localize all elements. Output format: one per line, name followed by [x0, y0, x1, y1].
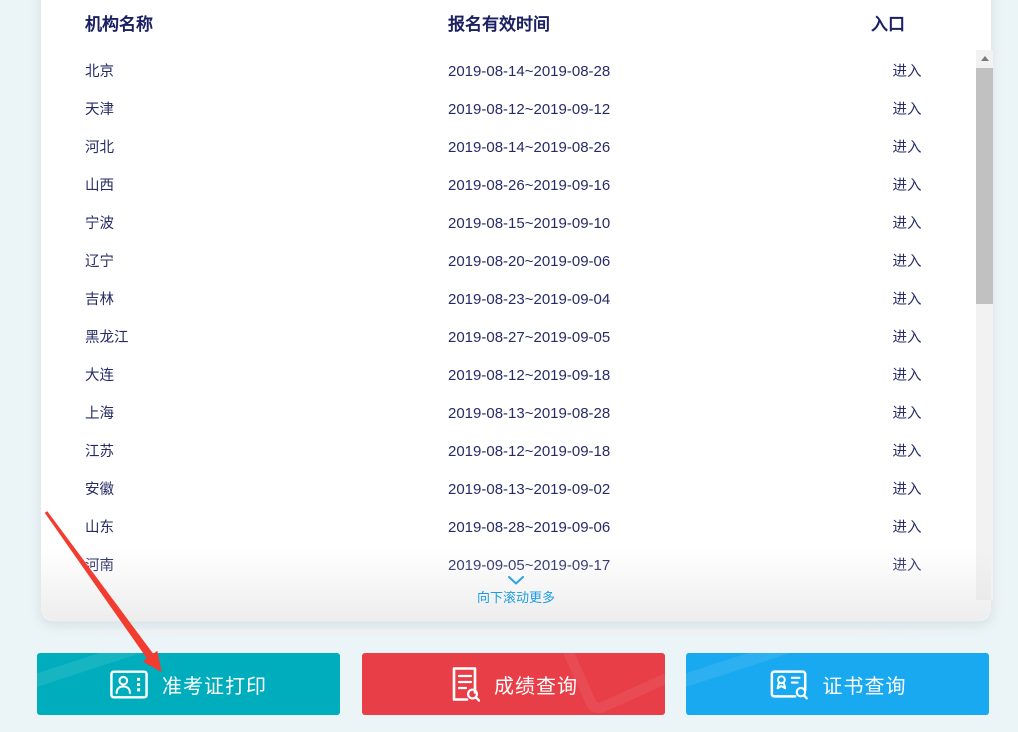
table-body: 北京 2019-08-14~2019-08-28 进入 天津 2019-08-1… — [41, 53, 991, 585]
institution-name: 辽宁 — [85, 243, 114, 281]
institution-name: 黑龙江 — [85, 319, 129, 357]
chevron-down-icon — [508, 576, 524, 585]
score-search-icon — [449, 666, 480, 702]
entry-link[interactable]: 进入 — [893, 216, 922, 232]
institution-name: 北京 — [85, 53, 114, 91]
entry-link[interactable]: 进入 — [893, 444, 922, 460]
institution-name: 河北 — [85, 129, 114, 167]
entry-link[interactable]: 进入 — [893, 558, 922, 574]
scrollbar-up-arrow-icon[interactable] — [976, 50, 993, 67]
entry-link[interactable]: 进入 — [893, 292, 922, 308]
institution-name: 江苏 — [85, 433, 114, 471]
institution-name: 大连 — [85, 357, 114, 395]
column-header-entry: 入口 — [871, 10, 905, 35]
institution-name: 上海 — [85, 395, 114, 433]
table-row: 河北 2019-08-14~2019-08-26 进入 — [41, 129, 991, 167]
entry-link[interactable]: 进入 — [893, 140, 922, 156]
scroll-more-label: 向下滚动更多 — [41, 587, 991, 606]
entry-link[interactable]: 进入 — [893, 368, 922, 384]
institution-name: 吉林 — [85, 281, 114, 319]
action-button-row: 准考证打印 成绩查询 — [0, 653, 1018, 715]
table-row: 山东 2019-08-28~2019-09-06 进入 — [41, 509, 991, 547]
institution-name: 天津 — [85, 91, 114, 129]
scrollbar-thumb[interactable] — [976, 68, 993, 304]
table-row: 天津 2019-08-12~2019-09-12 进入 — [41, 91, 991, 129]
valid-time-range: 2019-08-13~2019-08-28 — [448, 395, 610, 433]
entry-link[interactable]: 进入 — [893, 254, 922, 270]
column-header-institution: 机构名称 — [85, 10, 153, 35]
valid-time-range: 2019-08-12~2019-09-18 — [448, 433, 610, 471]
valid-time-range: 2019-08-23~2019-09-04 — [448, 281, 610, 319]
table-row: 辽宁 2019-08-20~2019-09-06 进入 — [41, 243, 991, 281]
button-label: 证书查询 — [823, 670, 907, 699]
table-row: 大连 2019-08-12~2019-09-18 进入 — [41, 357, 991, 395]
institution-name: 山东 — [85, 509, 114, 547]
entry-link[interactable]: 进入 — [893, 64, 922, 80]
registration-table-panel: 机构名称 报名有效时间 入口 北京 2019-08-14~2019-08-28 … — [40, 0, 992, 622]
button-label: 成绩查询 — [494, 670, 578, 699]
valid-time-range: 2019-08-15~2019-09-10 — [448, 205, 610, 243]
valid-time-range: 2019-08-28~2019-09-06 — [448, 509, 610, 547]
admission-ticket-print-button[interactable]: 准考证打印 — [37, 653, 340, 715]
table-row: 安徽 2019-08-13~2019-09-02 进入 — [41, 471, 991, 509]
entry-link[interactable]: 进入 — [893, 482, 922, 498]
table-row: 北京 2019-08-14~2019-08-28 进入 — [41, 53, 991, 91]
scroll-more-hint: 向下滚动更多 — [41, 576, 991, 606]
valid-time-range: 2019-08-26~2019-09-16 — [448, 167, 610, 205]
table-row: 江苏 2019-08-12~2019-09-18 进入 — [41, 433, 991, 471]
valid-time-range: 2019-08-14~2019-08-26 — [448, 129, 610, 167]
valid-time-range: 2019-08-14~2019-08-28 — [448, 53, 610, 91]
entry-link[interactable]: 进入 — [893, 520, 922, 536]
valid-time-range: 2019-08-13~2019-09-02 — [448, 471, 610, 509]
score-query-button[interactable]: 成绩查询 — [362, 653, 665, 715]
institution-name: 安徽 — [85, 471, 114, 509]
table-row: 宁波 2019-08-15~2019-09-10 进入 — [41, 205, 991, 243]
valid-time-range: 2019-08-20~2019-09-06 — [448, 243, 610, 281]
valid-time-range: 2019-08-12~2019-09-12 — [448, 91, 610, 129]
institution-name: 山西 — [85, 167, 114, 205]
valid-time-range: 2019-08-27~2019-09-05 — [448, 319, 610, 357]
panel-reflection-line — [60, 630, 976, 633]
table-row: 山西 2019-08-26~2019-09-16 进入 — [41, 167, 991, 205]
table-row: 黑龙江 2019-08-27~2019-09-05 进入 — [41, 319, 991, 357]
admission-ticket-icon — [110, 670, 148, 699]
valid-time-range: 2019-08-12~2019-09-18 — [448, 357, 610, 395]
entry-link[interactable]: 进入 — [893, 406, 922, 422]
entry-link[interactable]: 进入 — [893, 330, 922, 346]
column-header-valid-time: 报名有效时间 — [448, 10, 550, 35]
table-row: 吉林 2019-08-23~2019-09-04 进入 — [41, 281, 991, 319]
button-label: 准考证打印 — [162, 670, 267, 699]
table-row: 上海 2019-08-13~2019-08-28 进入 — [41, 395, 991, 433]
entry-link[interactable]: 进入 — [893, 102, 922, 118]
certificate-search-icon — [769, 669, 809, 700]
institution-name: 宁波 — [85, 205, 114, 243]
table-header-row: 机构名称 报名有效时间 入口 — [41, 10, 991, 34]
certificate-query-button[interactable]: 证书查询 — [686, 653, 989, 715]
entry-link[interactable]: 进入 — [893, 178, 922, 194]
scrollbar-track[interactable] — [976, 50, 993, 600]
